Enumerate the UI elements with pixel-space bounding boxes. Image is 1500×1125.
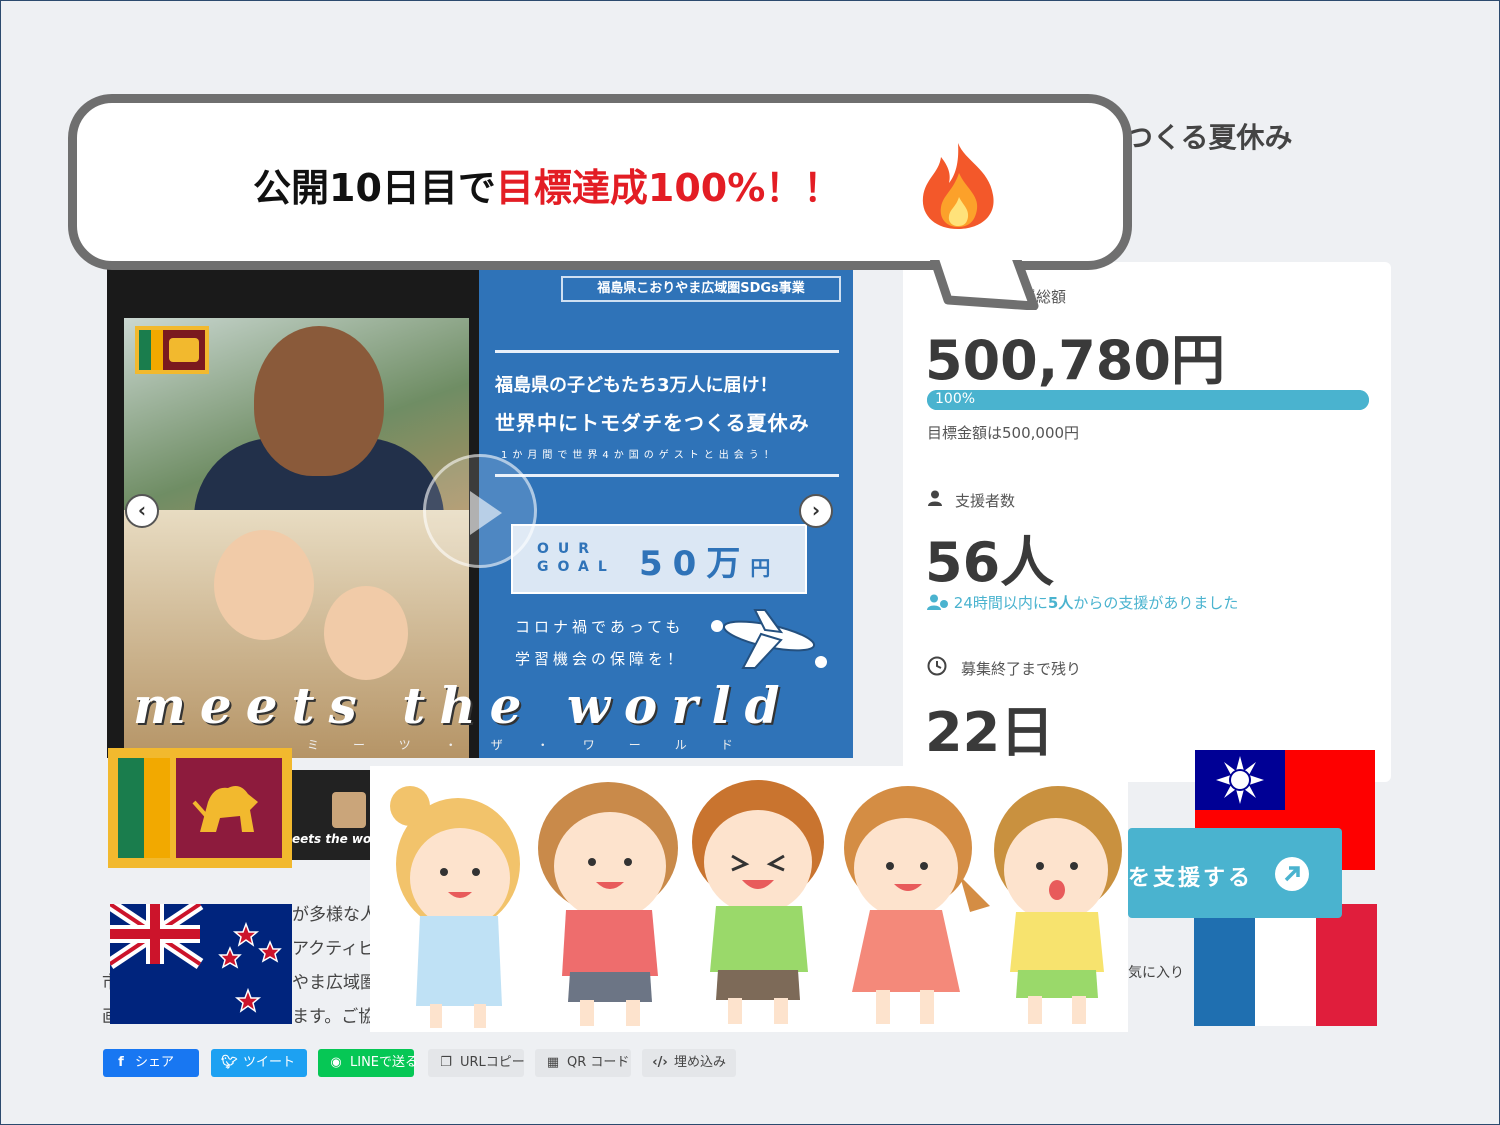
sri-lanka-flag-small (135, 326, 209, 374)
bubble-text-black: 公開10日目で (253, 166, 496, 210)
play-icon[interactable] (423, 454, 537, 568)
child-5 (994, 786, 1122, 1024)
bubble-text-red: 目標達成100%！！ (495, 166, 842, 210)
chevron-right-icon[interactable]: › (799, 494, 833, 528)
description-line-1: が多様な人 (292, 905, 377, 925)
poster-line-4: コロナ禍であっても (515, 618, 685, 636)
poster-header: 福島県こおりやま広域圏SDGs事業 (561, 276, 841, 302)
url-copy-button[interactable]: ❐ URLコピー (428, 1049, 525, 1077)
project-title-fragment: つくる夏休み (1125, 121, 1293, 154)
lion-emblem-icon (192, 786, 258, 832)
embed-button[interactable]: ‹/› 埋め込み (642, 1049, 736, 1077)
clock-icon (927, 656, 947, 676)
goal-amount: 50万円 (639, 544, 781, 584)
bubble-text: 公開10日目で目標達成100%！！ (253, 157, 841, 212)
chevron-left-icon[interactable]: ‹ (125, 494, 159, 528)
funding-progress-label: 100% (935, 391, 976, 407)
twitter-share-button[interactable]: 🐦︎ ツイート (211, 1049, 307, 1077)
description-line-2: アクティビ (292, 939, 376, 959)
code-icon: ‹/› (652, 1055, 668, 1070)
description-line-3: やま広域圏 (292, 973, 377, 993)
backers-label: 支援者数 (955, 492, 1016, 510)
facebook-icon: f (118, 1055, 124, 1070)
brand-kana: ミーツ・ザ・ワールド (307, 738, 767, 752)
child-2 (538, 782, 678, 1026)
child-4 (844, 786, 990, 1024)
funding-progress-fill (927, 390, 1369, 410)
child-1 (390, 786, 520, 1028)
airplane-icon (711, 609, 827, 669)
qr-code-button[interactable]: ▦ QR コード (535, 1049, 631, 1077)
fire-icon (922, 143, 994, 229)
poster-line-3: 1か月間で世界4か国のゲストと出会う！ (501, 450, 779, 461)
qr-code-icon: ▦ (546, 1055, 560, 1070)
description-line-4: ます。ご協 (292, 1007, 376, 1027)
facebook-share-button[interactable]: f シェア (103, 1049, 199, 1077)
favorite-label[interactable]: 気に入り (1128, 962, 1184, 982)
funding-progress-bar: 100% (927, 390, 1369, 410)
new-zealand-flag (110, 904, 292, 1024)
recent-backers-note: 24時間以内に5人からの支援がありました (927, 592, 1238, 613)
goal-amount-label: 目標金額は500,000円 (927, 424, 1080, 442)
poster-line-1: 福島県の子どもたち3万人に届け！ (495, 375, 778, 396)
brand-logo-text: meets the world (133, 676, 794, 735)
goal-en-label: OUR GOAL (537, 541, 616, 575)
goal-box: OUR GOAL 50万円 (511, 524, 807, 594)
project-video[interactable]: 福島県こおりやま広域圏SDGs事業 福島県の子どもたち3万人に届け！ 世界中にト… (107, 268, 853, 758)
bubble-tail (930, 250, 1039, 310)
total-amount: 500,780円 (925, 329, 1225, 392)
support-project-button[interactable]: を支援する (1128, 828, 1342, 918)
child-3 (692, 780, 824, 1024)
support-summary-card: 現在の支援総額 500,780円 100% 目標金額は500,000円 支援者数… (903, 262, 1391, 782)
children-illustration (370, 766, 1128, 1032)
remaining-label: 募集終了まで残り (961, 660, 1082, 678)
poster-line-5: 学習機会の保障を！ (515, 650, 687, 668)
speech-bubble: 公開10日目で目標達成100%！！ (68, 94, 1132, 270)
line-share-button[interactable]: ◉ LINEで送る (318, 1049, 418, 1077)
copy-icon: ❐ (440, 1055, 452, 1070)
twitter-icon: 🐦︎ (221, 1055, 238, 1070)
sun-emblem-icon (1216, 756, 1264, 804)
guest-face (254, 326, 384, 476)
france-flag (1194, 904, 1377, 1026)
video-thumbnail[interactable]: eets the wor (292, 770, 377, 860)
remaining-days: 22日 (925, 701, 1055, 764)
people-icon (927, 594, 948, 610)
poster-line-2: 世界中にトモダチをつくる夏休み (495, 411, 810, 435)
arrow-circle-icon (1275, 857, 1309, 891)
sri-lanka-flag (108, 748, 292, 868)
line-icon: ◉ (330, 1055, 342, 1070)
thumbnail-text: eets the wor (292, 832, 378, 846)
person-icon (928, 490, 942, 506)
backers-count: 56人 (925, 531, 1055, 594)
